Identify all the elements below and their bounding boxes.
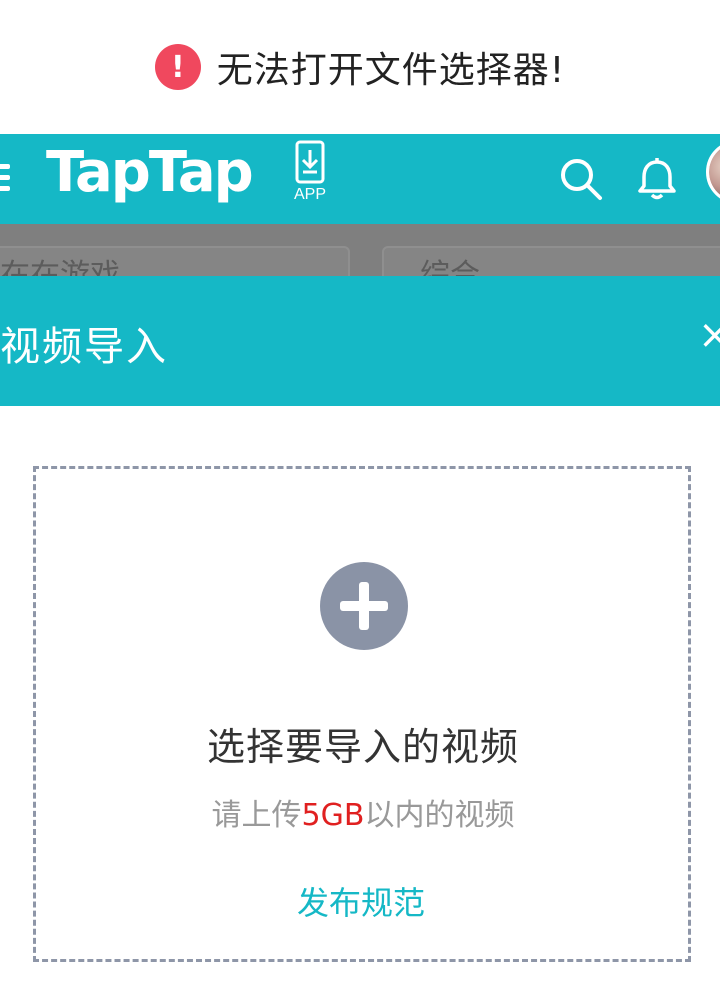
dropzone-hint: 请上传5GB以内的视频 xyxy=(0,790,720,834)
hint-after: 以内的视频 xyxy=(364,798,515,833)
taptap-logo[interactable]: TapTap xyxy=(46,140,254,205)
modal-title: 视频导入 xyxy=(0,324,168,370)
dropzone-title: 选择要导入的视频 xyxy=(206,725,519,769)
error-toast: ! 无法打开文件选择器! xyxy=(0,0,720,134)
add-video-button[interactable] xyxy=(320,562,408,650)
app-header: TapTap APP xyxy=(0,134,720,224)
close-icon[interactable]: × xyxy=(698,312,720,358)
publish-guidelines-link[interactable]: 发布规范 xyxy=(0,878,720,924)
bell-icon[interactable] xyxy=(634,156,680,202)
hint-size-limit: 5GB xyxy=(301,798,365,833)
phone-download-icon xyxy=(295,140,325,184)
bg-card-left-text: 在在游戏 xyxy=(0,258,120,276)
menu-icon[interactable] xyxy=(0,162,12,194)
exclamation-icon: ! xyxy=(154,44,201,90)
toast-message: 无法打开文件选择器! xyxy=(216,50,566,91)
bg-card-right-text: 综合 xyxy=(420,258,480,276)
modal-header: 视频导入 × xyxy=(0,276,720,406)
app-download-button[interactable]: APP xyxy=(290,140,330,210)
search-icon[interactable] xyxy=(558,156,604,202)
dimmed-background: 在在游戏 综合 xyxy=(0,224,720,276)
hint-before: 请上传 xyxy=(211,798,302,833)
page: ! 无法打开文件选择器! TapTap APP 在在游戏 综合 视频导入 × 选… xyxy=(0,0,720,995)
plus-icon-v xyxy=(359,582,369,630)
app-label: APP xyxy=(293,186,326,203)
